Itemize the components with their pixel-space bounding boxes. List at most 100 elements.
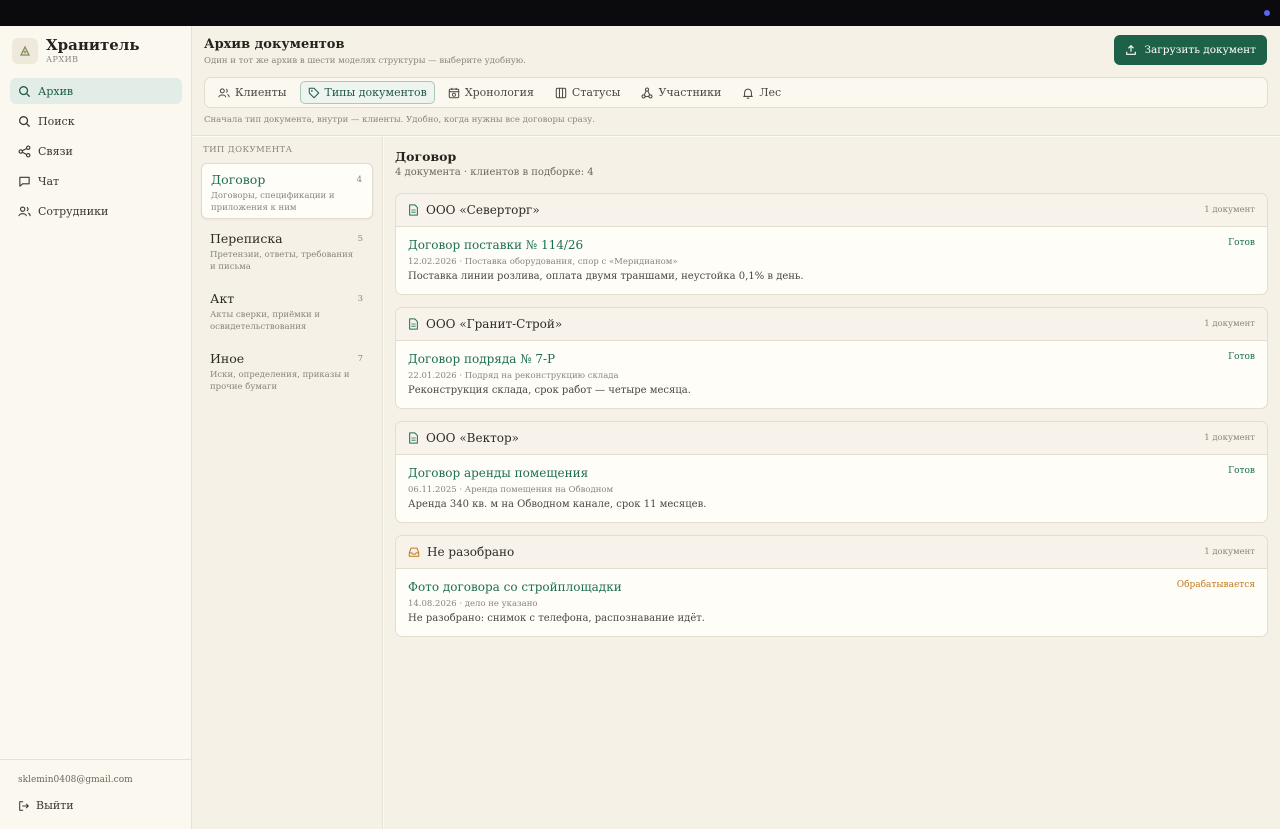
document-groups: Договор 4 документа · клиентов в подборк… — [384, 137, 1280, 829]
sidebar-item-label: Связи — [38, 144, 73, 158]
client-group: ООО «Гранит-Строй» 1 документ Договор по… — [395, 307, 1268, 409]
tab-label: Статусы — [571, 86, 621, 99]
upload-document-button[interactable]: Загрузить документ — [1114, 35, 1267, 65]
document-meta: 06.11.2025 · Аренда помещения на Обводно… — [408, 485, 614, 495]
group-count: 1 документ — [1204, 205, 1255, 215]
group-header[interactable]: ООО «Вектор» 1 документ — [396, 422, 1267, 455]
inbox-icon — [408, 547, 420, 557]
document-title-link[interactable]: Договор подряда № 7-Р — [408, 352, 555, 366]
type-count: 5 — [357, 234, 363, 244]
brand[interactable]: Хранитель АРХИВ — [12, 36, 140, 64]
status-badge: Готов — [1228, 238, 1255, 248]
status-badge: Готов — [1228, 466, 1255, 476]
tab-participants[interactable]: Участники — [633, 81, 729, 104]
sidebar-item-archive[interactable]: Архив — [10, 78, 182, 104]
type-count: 3 — [357, 294, 363, 304]
group-count: 1 документ — [1204, 319, 1255, 329]
document-title-link[interactable]: Договор аренды помещения — [408, 466, 588, 480]
upload-label: Загрузить документ — [1144, 44, 1256, 56]
type-item-contract[interactable]: Договор 4 Договоры, спецификации и прило… — [201, 163, 373, 219]
sidebar-item-label: Архив — [38, 84, 74, 98]
columns-icon — [555, 87, 567, 98]
users-icon — [18, 205, 31, 216]
calendar-icon — [448, 87, 460, 98]
bell-icon — [743, 88, 754, 99]
tab-label: Участники — [658, 86, 722, 99]
group-name: Не разобрано — [427, 545, 515, 559]
type-item-other[interactable]: Иное 7 Иски, определения, приказы и проч… — [201, 343, 373, 399]
page-header: Архив документов Один и тот же архив в ш… — [192, 26, 1280, 136]
sidebar-item-chat[interactable]: Чат — [10, 168, 182, 194]
chat-icon — [19, 176, 30, 187]
type-item-act[interactable]: Акт 3 Акты сверки, приёмки и освидетельс… — [201, 283, 373, 339]
status-badge: Готов — [1228, 352, 1255, 362]
sidebar-item-staff[interactable]: Сотрудники — [10, 198, 182, 224]
unsorted-group: Не разобрано 1 документ Фото договора со… — [395, 535, 1268, 637]
type-description: Иски, определения, приказы и прочие бума… — [210, 370, 350, 392]
tab-chronology[interactable]: Хронология — [440, 81, 542, 104]
sidebar-item-links[interactable]: Связи — [10, 138, 182, 164]
brand-title: Хранитель — [46, 36, 140, 54]
type-description: Договоры, спецификации и приложения к ни… — [211, 191, 335, 213]
group-header[interactable]: Не разобрано 1 документ — [396, 536, 1267, 569]
document-description: Реконструкция склада, срок работ — четыр… — [408, 385, 691, 396]
user-email: sklemin0408@gmail.com — [18, 775, 133, 785]
group-name: ООО «Гранит-Строй» — [426, 317, 563, 331]
type-list-label: Тип документа — [203, 145, 293, 155]
page-subtitle: Один и тот же архив в шести моделях стру… — [204, 56, 526, 66]
structure-tabs: Клиенты Типы документов Хронология Стату… — [204, 77, 1268, 108]
document-icon — [409, 432, 418, 444]
status-dot — [1264, 10, 1270, 16]
network-icon — [641, 87, 653, 98]
logout-icon — [19, 800, 30, 811]
group-name: ООО «Северторг» — [426, 203, 540, 217]
type-item-correspondence[interactable]: Переписка 5 Претензии, ответы, требовани… — [201, 223, 373, 279]
brand-subtitle: АРХИВ — [46, 55, 79, 64]
upload-icon — [1126, 44, 1137, 55]
tab-forest[interactable]: Лес — [734, 81, 789, 104]
tab-label: Хронология — [464, 86, 534, 99]
group-count: 1 документ — [1204, 547, 1255, 557]
group-count: 1 документ — [1204, 433, 1255, 443]
logout-button[interactable]: Выйти — [18, 799, 74, 812]
tabs-hint: Сначала тип документа, внутри — клиенты.… — [204, 115, 596, 125]
sidebar-item-search[interactable]: Поиск — [10, 108, 182, 134]
tab-statuses[interactable]: Статусы — [547, 81, 629, 104]
type-name: Иное — [210, 351, 245, 366]
logout-label: Выйти — [36, 799, 74, 812]
search-icon — [19, 85, 31, 97]
section-title: Договор — [395, 149, 457, 164]
search-icon — [19, 115, 31, 127]
tab-label: Типы документов — [324, 86, 427, 99]
status-badge: Обрабатывается — [1176, 580, 1255, 590]
group-header[interactable]: ООО «Северторг» 1 документ — [396, 194, 1267, 227]
tab-document-types[interactable]: Типы документов — [299, 81, 435, 104]
group-name: ООО «Вектор» — [426, 431, 519, 445]
type-name: Договор — [211, 172, 266, 187]
sidebar-item-label: Сотрудники — [38, 204, 109, 218]
client-group: ООО «Северторг» 1 документ Договор поста… — [395, 193, 1268, 295]
document-icon — [409, 318, 418, 330]
type-description: Претензии, ответы, требования и письма — [210, 250, 354, 272]
document-description: Не разобрано: снимок с телефона, распозн… — [408, 613, 705, 624]
sidebar-footer: sklemin0408@gmail.com Выйти — [0, 759, 191, 829]
logo-icon — [12, 38, 38, 64]
sidebar: Хранитель АРХИВ Архив Поиск Связи Чат Со… — [0, 26, 192, 829]
tag-icon — [308, 87, 319, 98]
document-title-link[interactable]: Фото договора со стройплощадки — [408, 580, 622, 594]
users-icon — [218, 87, 230, 97]
type-name: Акт — [210, 291, 235, 306]
type-count: 7 — [357, 354, 363, 364]
document-title-link[interactable]: Договор поставки № 114/26 — [408, 238, 583, 252]
tab-label: Лес — [759, 86, 782, 99]
tab-clients[interactable]: Клиенты — [210, 81, 295, 104]
document-icon — [409, 204, 418, 216]
share-icon — [18, 145, 31, 157]
group-header[interactable]: ООО «Гранит-Строй» 1 документ — [396, 308, 1267, 341]
sidebar-item-label: Поиск — [38, 114, 75, 128]
document-meta: 22.01.2026 · Подряд на реконструкцию скл… — [408, 371, 619, 381]
document-description: Поставка линии розлива, оплата двумя тра… — [408, 271, 804, 282]
client-group: ООО «Вектор» 1 документ Договор аренды п… — [395, 421, 1268, 523]
document-description: Аренда 340 кв. м на Обводном канале, сро… — [408, 499, 707, 510]
type-description: Акты сверки, приёмки и освидетельствован… — [210, 310, 321, 332]
